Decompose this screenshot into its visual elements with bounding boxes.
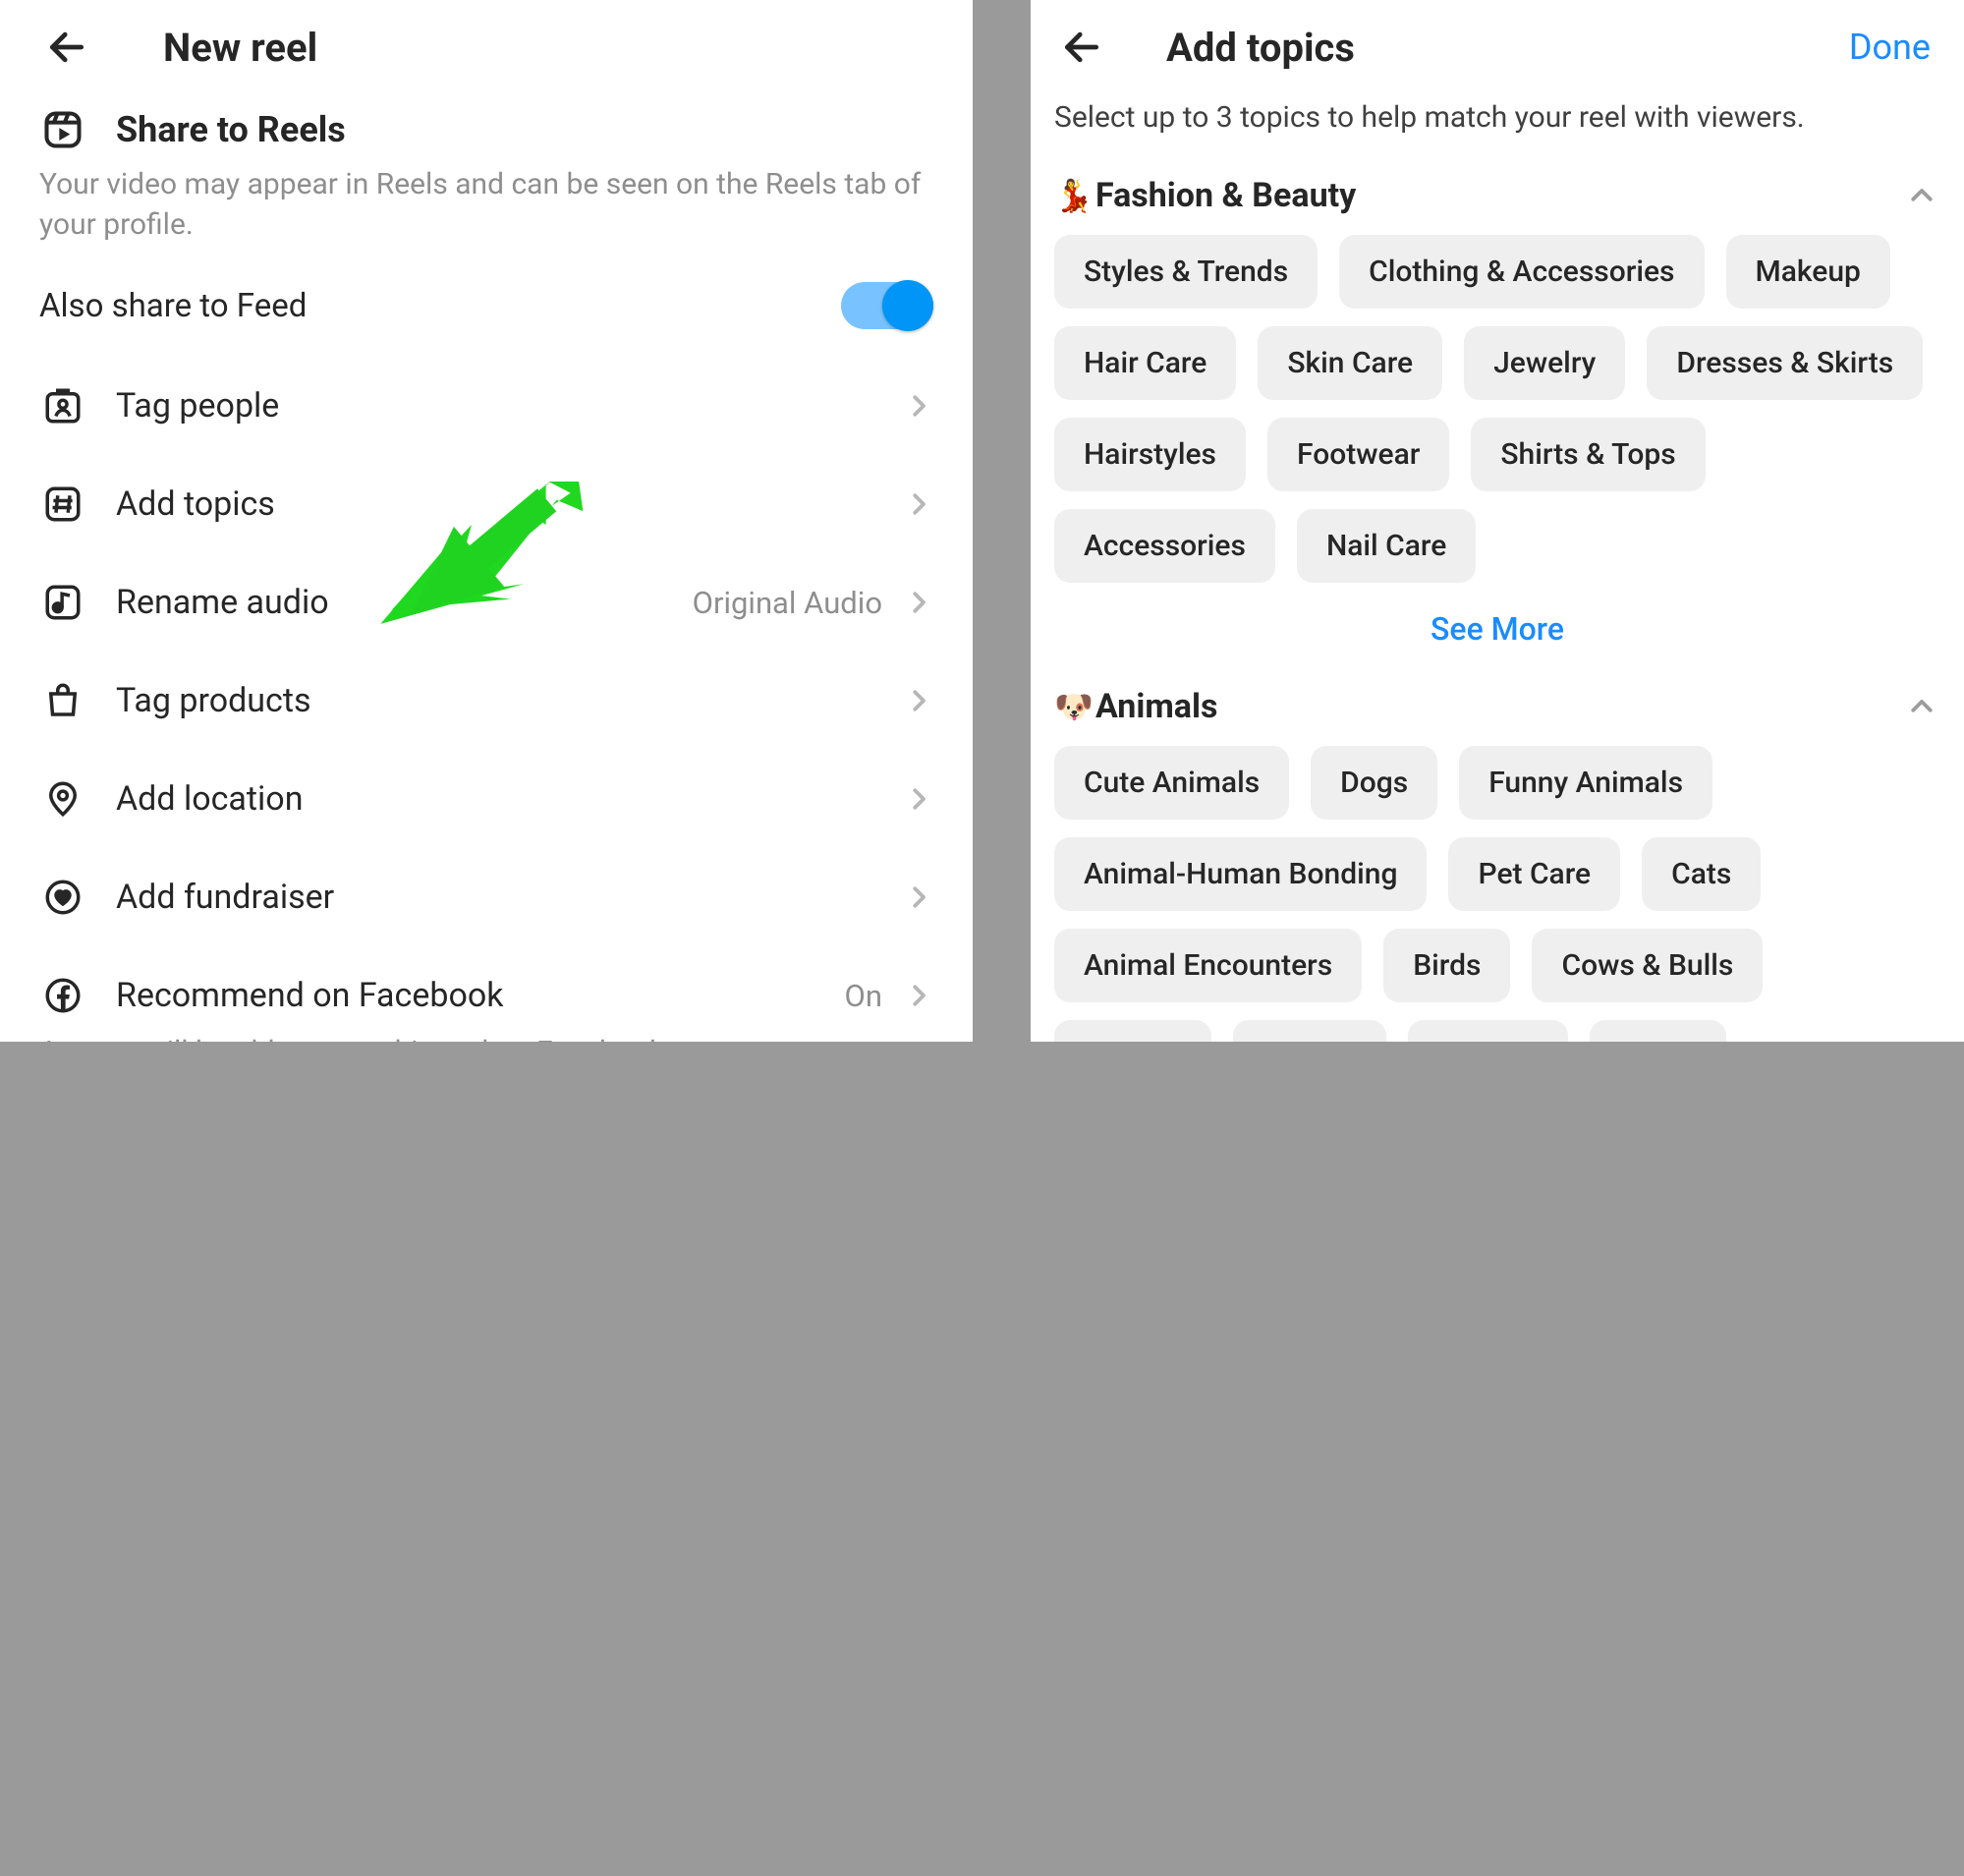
audio-icon — [39, 579, 86, 626]
page-title: New reel — [163, 25, 317, 71]
tag-people-label: Tag people — [116, 386, 904, 426]
topic-chip[interactable]: Styles & Trends — [1054, 235, 1318, 309]
topic-chip[interactable]: Shirts & Tops — [1471, 418, 1705, 491]
hashtag-icon — [39, 481, 86, 528]
done-button[interactable]: Done — [1849, 27, 1931, 68]
category-emoji-icon: 🐶 — [1054, 688, 1095, 725]
topic-chip[interactable]: Birds — [1383, 929, 1510, 1002]
topic-chip[interactable]: Aquatic — [1408, 1020, 1568, 1042]
category-header[interactable]: 💃 Fashion & Beauty — [1031, 162, 1964, 229]
feed-toggle[interactable] — [841, 282, 933, 329]
topic-chip[interactable]: Horses — [1233, 1020, 1386, 1042]
share-to-reels-section: Share to Reels Your video may appear in … — [0, 94, 973, 357]
back-icon[interactable] — [1054, 20, 1109, 75]
reels-icon — [39, 106, 86, 153]
see-more-link[interactable]: See More — [1031, 589, 1964, 673]
share-to-reels-subtext: Your video may appear in Reels and can b… — [39, 165, 933, 266]
chip-group: Styles & Trends Clothing & Accessories Mak… — [1031, 229, 1964, 589]
share-to-reels-title: Share to Reels — [116, 109, 346, 150]
add-topics-screen: Add topics Done Select up to 3 topics to… — [1031, 0, 1964, 1042]
topic-chip[interactable]: Makeup — [1726, 235, 1890, 309]
topic-chip[interactable]: Hairstyles — [1054, 418, 1246, 491]
topic-chip[interactable]: Cute Animals — [1054, 746, 1289, 820]
also-share-to-feed-row: Also share to Feed — [39, 266, 933, 357]
topic-chip[interactable]: Cats — [1642, 837, 1761, 911]
header: Add topics Done — [1031, 0, 1964, 94]
chevron-up-icon — [1907, 181, 1936, 210]
category-header[interactable]: 🐶 Animals — [1031, 673, 1964, 740]
shopping-bag-icon — [39, 677, 86, 724]
recommend-facebook-row[interactable]: Recommend on Facebook On — [0, 946, 973, 1042]
back-icon[interactable] — [39, 20, 94, 75]
person-tag-icon — [39, 382, 86, 429]
topic-chip[interactable]: Accessories — [1054, 509, 1275, 583]
topic-chip[interactable]: Animal-Human Bonding — [1054, 837, 1427, 911]
tag-people-row[interactable]: Tag people — [0, 357, 973, 455]
tag-products-label: Tag products — [116, 681, 904, 720]
chevron-right-icon — [904, 686, 933, 715]
category-title: Fashion & Beauty — [1095, 176, 1907, 215]
topic-chip[interactable]: Cows & Bulls — [1532, 929, 1763, 1002]
topic-chip[interactable]: Clothing & Accessories — [1339, 235, 1704, 309]
chevron-right-icon — [904, 489, 933, 519]
topic-chip[interactable]: Animal Encounters — [1054, 929, 1362, 1002]
heart-circle-icon — [39, 874, 86, 921]
topic-chip[interactable]: Skin Care — [1258, 326, 1442, 400]
topic-chip[interactable]: Goats — [1590, 1020, 1726, 1042]
topic-chip[interactable]: Hair Care — [1054, 326, 1236, 400]
instructions-text: Select up to 3 topics to help match your… — [1031, 94, 1964, 162]
add-location-label: Add location — [116, 779, 904, 819]
topic-chip[interactable]: Nail Care — [1297, 509, 1476, 583]
topic-chip[interactable]: Dogs — [1311, 746, 1437, 820]
topic-chip[interactable]: Dresses & Skirts — [1647, 326, 1923, 400]
chevron-right-icon — [904, 588, 933, 617]
category-emoji-icon: 💃 — [1054, 177, 1095, 214]
add-topics-label: Add topics — [116, 484, 904, 524]
topic-chip[interactable]: Wildlife — [1054, 1020, 1211, 1042]
location-pin-icon — [39, 775, 86, 823]
add-location-row[interactable]: Add location — [0, 750, 973, 848]
topic-chip[interactable]: Funny Animals — [1459, 746, 1712, 820]
recommend-facebook-value: On — [845, 978, 882, 1014]
header: New reel — [0, 0, 973, 94]
facebook-icon — [39, 972, 86, 1019]
chevron-right-icon — [904, 391, 933, 421]
topic-chip[interactable]: Pet Care — [1448, 837, 1620, 911]
recommend-facebook-label: Recommend on Facebook — [116, 976, 845, 1015]
rename-audio-row[interactable]: Rename audio Original Audio — [0, 553, 973, 652]
topic-chip[interactable]: Footwear — [1267, 418, 1449, 491]
add-topics-row[interactable]: Add topics — [0, 455, 973, 553]
chevron-right-icon — [904, 981, 933, 1010]
page-title: Add topics — [1166, 25, 1849, 71]
also-share-to-feed-label: Also share to Feed — [39, 287, 307, 325]
topic-chip[interactable]: Jewelry — [1464, 326, 1625, 400]
chip-group: Cute Animals Dogs Funny Animals Animal-Huma… — [1031, 740, 1964, 1042]
rename-audio-value: Original Audio — [693, 585, 882, 621]
category-title: Animals — [1095, 687, 1907, 726]
rename-audio-label: Rename audio — [116, 583, 693, 622]
categories-list: 💃 Fashion & Beauty Styles & Trends Clothi… — [1031, 162, 1964, 1042]
add-fundraiser-label: Add fundraiser — [116, 878, 904, 917]
chevron-right-icon — [904, 784, 933, 814]
tag-products-row[interactable]: Tag products — [0, 652, 973, 750]
new-reel-screen: New reel Share to Reels Your video may a… — [0, 0, 973, 1042]
add-fundraiser-row[interactable]: Add fundraiser — [0, 848, 973, 946]
chevron-up-icon — [1907, 692, 1936, 721]
chevron-right-icon — [904, 882, 933, 912]
